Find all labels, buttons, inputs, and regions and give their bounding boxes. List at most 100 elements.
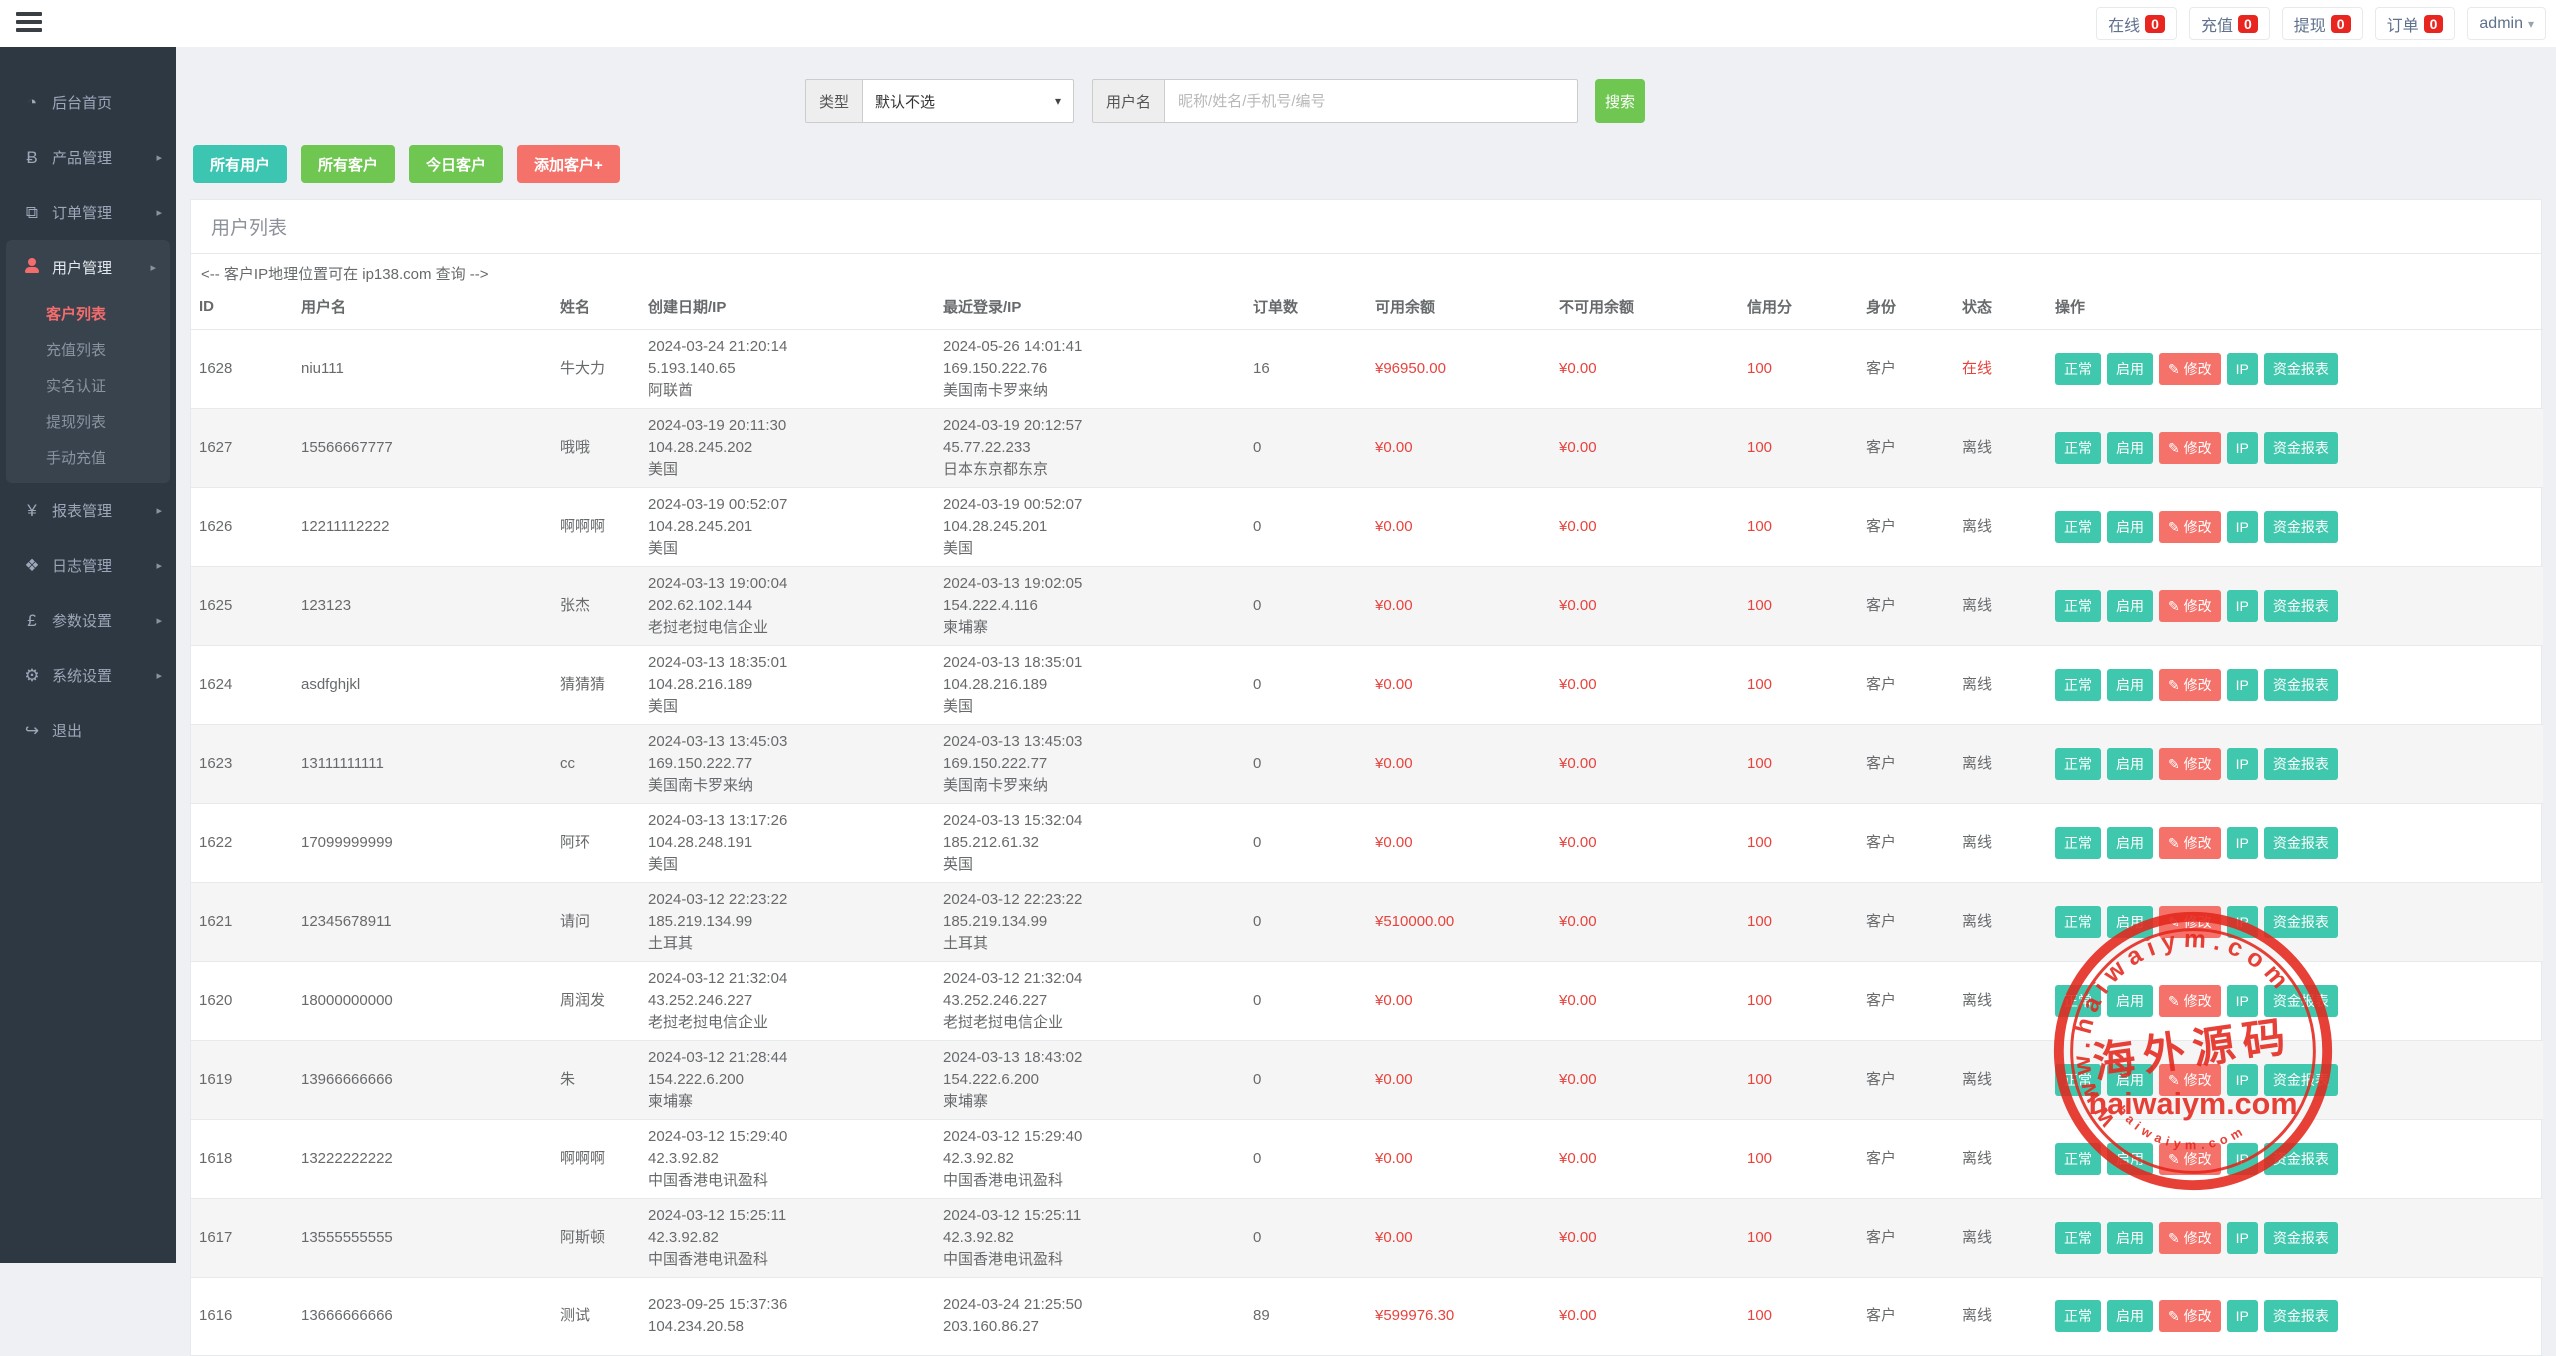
sidebar-item-users[interactable]: 用户管理 ▸ (6, 240, 170, 295)
cell-available-balance: ¥0.00 (1367, 725, 1551, 804)
action-fund-report-button[interactable]: 资金报表 (2264, 748, 2338, 780)
action-fund-report-button[interactable]: 资金报表 (2264, 1143, 2338, 1175)
action-normal-button[interactable]: 正常 (2055, 511, 2101, 543)
chevron-down-icon: ▾ (2528, 17, 2534, 31)
sidebar-subitem-customer-list[interactable]: 客户列表 (6, 295, 170, 331)
sidebar-item-params[interactable]: £ 参数设置 ▸ (0, 593, 176, 648)
action-normal-button[interactable]: 正常 (2055, 1300, 2101, 1332)
action-normal-button[interactable]: 正常 (2055, 669, 2101, 701)
sidebar-item-logs[interactable]: ❖ 日志管理 ▸ (0, 538, 176, 593)
type-select[interactable]: 默认不选 ▾ (862, 79, 1074, 123)
action-modify-button[interactable]: ✎ 修改 (2159, 1300, 2221, 1332)
sidebar-item-logout[interactable]: ↪ 退出 (0, 703, 176, 758)
action-enable-button[interactable]: 启用 (2107, 511, 2153, 543)
recharge-count-button[interactable]: 充值 0 (2189, 7, 2270, 40)
action-enable-button[interactable]: 启用 (2107, 669, 2153, 701)
action-ip-button[interactable]: IP (2227, 1064, 2258, 1096)
action-ip-button[interactable]: IP (2227, 353, 2258, 385)
action-ip-button[interactable]: IP (2227, 511, 2258, 543)
sidebar-item-system[interactable]: ⚙ 系统设置 ▸ (0, 648, 176, 703)
action-normal-button[interactable]: 正常 (2055, 985, 2101, 1017)
action-enable-button[interactable]: 启用 (2107, 353, 2153, 385)
sidebar-item-products[interactable]: Ƀ 产品管理 ▸ (0, 130, 176, 185)
sidebar-item-dashboard[interactable]: ◔ 后台首页 (0, 75, 176, 130)
sidebar-subitem-manual-recharge[interactable]: 手动充值 (6, 439, 170, 475)
action-modify-button[interactable]: ✎ 修改 (2159, 906, 2221, 938)
action-normal-button[interactable]: 正常 (2055, 1143, 2101, 1175)
action-modify-button[interactable]: ✎ 修改 (2159, 985, 2221, 1017)
action-fund-report-button[interactable]: 资金报表 (2264, 511, 2338, 543)
action-modify-button[interactable]: ✎ 修改 (2159, 1064, 2221, 1096)
sidebar-item-orders[interactable]: ⧉ 订单管理 ▸ (0, 185, 176, 240)
action-normal-button[interactable]: 正常 (2055, 353, 2101, 385)
action-ip-button[interactable]: IP (2227, 432, 2258, 464)
action-modify-button[interactable]: ✎ 修改 (2159, 511, 2221, 543)
action-ip-button[interactable]: IP (2227, 1300, 2258, 1332)
action-ip-button[interactable]: IP (2227, 1222, 2258, 1254)
action-ip-button[interactable]: IP (2227, 906, 2258, 938)
sidebar-item-reports[interactable]: ¥ 报表管理 ▸ (0, 483, 176, 538)
action-ip-button[interactable]: IP (2227, 1143, 2258, 1175)
action-fund-report-button[interactable]: 资金报表 (2264, 353, 2338, 385)
search-button[interactable]: 搜索 (1595, 79, 1645, 123)
username-search-input[interactable] (1164, 79, 1578, 123)
cell-created: 2024-03-19 20:11:30104.28.245.202美国 (640, 409, 935, 488)
action-modify-button[interactable]: ✎ 修改 (2159, 748, 2221, 780)
today-customers-button[interactable]: 今日客户 (409, 145, 503, 183)
action-enable-button[interactable]: 启用 (2107, 1300, 2153, 1332)
cell-status: 离线 (1954, 1041, 2047, 1120)
all-customers-button[interactable]: 所有客户 (301, 145, 395, 183)
sidebar-subitem-withdraw-list[interactable]: 提现列表 (6, 403, 170, 439)
action-modify-button[interactable]: ✎ 修改 (2159, 432, 2221, 464)
action-enable-button[interactable]: 启用 (2107, 590, 2153, 622)
action-normal-button[interactable]: 正常 (2055, 1064, 2101, 1096)
add-customer-button[interactable]: 添加客户+ (517, 145, 620, 183)
action-fund-report-button[interactable]: 资金报表 (2264, 985, 2338, 1017)
cell-actions: 正常启用✎ 修改IP资金报表 (2047, 1120, 2543, 1199)
action-enable-button[interactable]: 启用 (2107, 827, 2153, 859)
action-enable-button[interactable]: 启用 (2107, 1222, 2153, 1254)
action-fund-report-button[interactable]: 资金报表 (2264, 669, 2338, 701)
sidebar-subitem-recharge-list[interactable]: 充值列表 (6, 331, 170, 367)
hamburger-menu-icon[interactable] (16, 12, 44, 34)
action-fund-report-button[interactable]: 资金报表 (2264, 906, 2338, 938)
cell-order-count: 0 (1245, 1120, 1367, 1199)
action-normal-button[interactable]: 正常 (2055, 590, 2101, 622)
action-modify-button[interactable]: ✎ 修改 (2159, 353, 2221, 385)
action-normal-button[interactable]: 正常 (2055, 827, 2101, 859)
action-ip-button[interactable]: IP (2227, 827, 2258, 859)
action-ip-button[interactable]: IP (2227, 590, 2258, 622)
admin-user-dropdown[interactable]: admin ▾ (2467, 7, 2546, 40)
action-modify-button[interactable]: ✎ 修改 (2159, 1222, 2221, 1254)
user-icon (20, 258, 44, 278)
all-users-button[interactable]: 所有用户 (193, 145, 287, 183)
action-normal-button[interactable]: 正常 (2055, 432, 2101, 464)
action-enable-button[interactable]: 启用 (2107, 432, 2153, 464)
order-count-button[interactable]: 订单 0 (2375, 7, 2456, 40)
action-enable-button[interactable]: 启用 (2107, 1064, 2153, 1096)
action-fund-report-button[interactable]: 资金报表 (2264, 432, 2338, 464)
action-enable-button[interactable]: 启用 (2107, 985, 2153, 1017)
action-fund-report-button[interactable]: 资金报表 (2264, 590, 2338, 622)
withdraw-count-button[interactable]: 提现 0 (2282, 7, 2363, 40)
action-ip-button[interactable]: IP (2227, 985, 2258, 1017)
action-enable-button[interactable]: 启用 (2107, 748, 2153, 780)
action-fund-report-button[interactable]: 资金报表 (2264, 1064, 2338, 1096)
action-fund-report-button[interactable]: 资金报表 (2264, 1222, 2338, 1254)
action-modify-button[interactable]: ✎ 修改 (2159, 669, 2221, 701)
action-modify-button[interactable]: ✎ 修改 (2159, 1143, 2221, 1175)
action-fund-report-button[interactable]: 资金报表 (2264, 827, 2338, 859)
action-fund-report-button[interactable]: 资金报表 (2264, 1300, 2338, 1332)
action-normal-button[interactable]: 正常 (2055, 906, 2101, 938)
action-ip-button[interactable]: IP (2227, 669, 2258, 701)
action-ip-button[interactable]: IP (2227, 748, 2258, 780)
table-row: 1626 12211112222 啊啊啊 2024-03-19 00:52:07… (191, 488, 2543, 567)
action-enable-button[interactable]: 启用 (2107, 906, 2153, 938)
action-modify-button[interactable]: ✎ 修改 (2159, 827, 2221, 859)
sidebar-subitem-realname-verify[interactable]: 实名认证 (6, 367, 170, 403)
action-normal-button[interactable]: 正常 (2055, 1222, 2101, 1254)
action-enable-button[interactable]: 启用 (2107, 1143, 2153, 1175)
action-modify-button[interactable]: ✎ 修改 (2159, 590, 2221, 622)
online-count-button[interactable]: 在线 0 (2096, 7, 2177, 40)
action-normal-button[interactable]: 正常 (2055, 748, 2101, 780)
